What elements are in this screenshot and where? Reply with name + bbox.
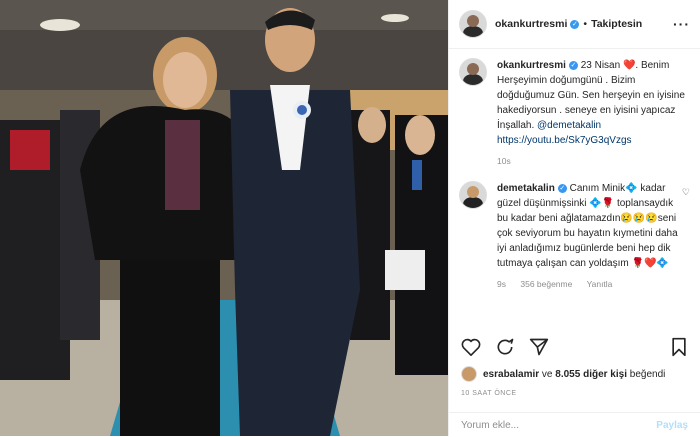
reply-button[interactable]: Yanıtla	[587, 279, 613, 289]
first-liker[interactable]: esrabalamir	[483, 369, 539, 380]
mention-link[interactable]: @demetakalin	[537, 120, 601, 131]
reply-username[interactable]: demetakalin	[497, 183, 555, 194]
more-icon[interactable]: ···	[673, 16, 690, 32]
caption-comment: okankurtresmi ✓ 23 Nisan ❤️. Benim Herşey…	[459, 58, 690, 169]
photo-illustration	[0, 0, 448, 436]
heart-icon[interactable]	[461, 338, 481, 361]
comment-input[interactable]: Yorum ekle...	[461, 420, 519, 431]
post-side-panel: okankurtresmi ✓ • Takiptesin ··· okankur…	[448, 0, 700, 436]
follow-status-button[interactable]: Takiptesin	[591, 18, 642, 30]
separator-dot: •	[583, 18, 588, 30]
post-timestamp[interactable]: 10 SAAT ÖNCE	[461, 390, 517, 397]
caption-meta: 10s	[497, 154, 690, 169]
post-photo[interactable]	[0, 0, 448, 436]
post-header: okankurtresmi ✓ • Takiptesin ···	[449, 0, 700, 49]
caption-time[interactable]: 10s	[497, 156, 511, 166]
other-likers-count[interactable]: 8.055 diğer kişi	[555, 369, 627, 380]
reply-text: Canım Minik💠 kadar güzel düşünmişsinki 💠…	[497, 183, 678, 269]
verified-icon: ✓	[557, 184, 567, 193]
avatar[interactable]	[459, 181, 487, 209]
post-comment-button[interactable]: Paylaş	[656, 420, 688, 431]
share-icon[interactable]	[529, 337, 549, 362]
avatar[interactable]	[459, 10, 487, 38]
comments-list[interactable]: okankurtresmi ✓ 23 Nisan ❤️. Benim Herşey…	[459, 58, 690, 320]
post-actions	[461, 336, 688, 362]
header-username[interactable]: okankurtresmi	[495, 18, 567, 30]
liker-avatar[interactable]	[461, 366, 477, 382]
verified-icon: ✓	[570, 19, 580, 29]
likes-summary: esrabalamir ve 8.055 diğer kişi beğendi	[461, 366, 688, 382]
comment-like-heart-icon[interactable]: ♡	[682, 185, 690, 292]
verified-icon: ✓	[568, 61, 578, 70]
reply-meta: 9s 356 beğenme Yanıtla	[497, 277, 678, 292]
comment-icon[interactable]	[495, 337, 515, 362]
likes-suffix: beğendi	[627, 368, 666, 380]
caption-username[interactable]: okankurtresmi	[497, 60, 566, 71]
add-comment-bar: Yorum ekle... Paylaş	[449, 412, 700, 437]
reply-likes[interactable]: 356 beğenme	[520, 279, 572, 289]
likes-joiner: ve	[539, 368, 556, 380]
bookmark-icon[interactable]	[670, 337, 688, 362]
reply-comment: demetakalin ✓ Canım Minik💠 kadar güzel dü…	[459, 181, 690, 292]
youtube-link[interactable]: https://youtu.be/Sk7yG3qVzgs	[497, 135, 632, 146]
reply-time[interactable]: 9s	[497, 279, 506, 289]
avatar[interactable]	[459, 58, 487, 86]
